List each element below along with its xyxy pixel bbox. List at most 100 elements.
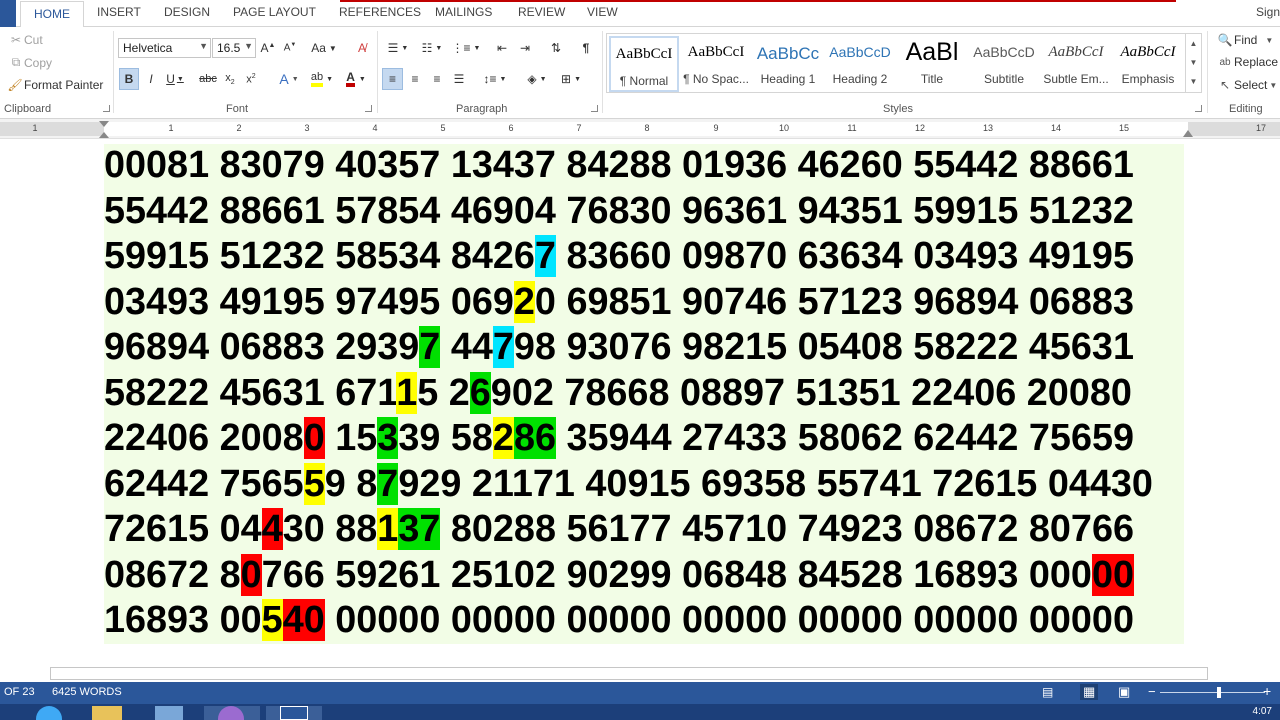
number-line[interactable]: 08672 80766 59261 25102 90299 06848 8452… bbox=[104, 553, 1194, 598]
more-styles-icon[interactable]: ▼ bbox=[1186, 72, 1201, 91]
tab-review[interactable]: REVIEW bbox=[518, 5, 565, 19]
zoom-out-icon[interactable]: − bbox=[1148, 684, 1156, 699]
font-color-button[interactable]: A ▼ bbox=[341, 68, 371, 90]
cut-button[interactable]: ✂ Cut bbox=[8, 33, 43, 47]
tab-references[interactable]: REFERENCES bbox=[339, 5, 421, 19]
number-text[interactable]: 902 78668 08897 51351 22406 20080 bbox=[491, 372, 1132, 414]
align-right-button[interactable]: ≡ bbox=[427, 68, 447, 90]
clipboard-dialog-launcher[interactable] bbox=[103, 105, 110, 112]
number-text[interactable]: 39 58 bbox=[398, 417, 493, 459]
shading-button[interactable]: ◈ ▼ bbox=[522, 68, 552, 90]
document-area[interactable]: 00081 83079 40357 13437 84288 01936 4626… bbox=[0, 140, 1280, 666]
grow-font-button[interactable]: A▲ bbox=[259, 37, 277, 59]
underline-button[interactable]: U ▼ bbox=[163, 68, 187, 90]
system-clock[interactable]: 4:07 bbox=[1253, 706, 1272, 717]
internet-explorer-icon[interactable] bbox=[30, 706, 68, 720]
replace-button[interactable]: ab Replace bbox=[1216, 55, 1278, 69]
number-text[interactable]: 00000 00000 00000 00000 00000 00000 0000… bbox=[325, 599, 1134, 641]
line-spacing-button[interactable]: ↕≡ ▼ bbox=[480, 68, 510, 90]
copy-button[interactable]: ⧉ Copy bbox=[8, 55, 52, 70]
web-layout-icon[interactable]: ▣ bbox=[1118, 684, 1130, 700]
font-size-combo[interactable]: 16.5 ▼ bbox=[212, 38, 256, 58]
highlight-color-button[interactable]: ab ▼ bbox=[307, 68, 337, 90]
multilevel-list-button[interactable]: ⋮≡ ▼ bbox=[451, 37, 481, 59]
number-text[interactable]: 08672 8 bbox=[104, 554, 241, 596]
number-text[interactable]: 62442 7565 bbox=[104, 463, 304, 505]
number-line[interactable]: 59915 51232 58534 84267 83660 09870 6363… bbox=[104, 234, 1194, 279]
italic-button[interactable]: I bbox=[142, 68, 160, 90]
number-line[interactable]: 55442 88661 57854 46904 76830 96361 9435… bbox=[104, 189, 1194, 234]
number-text[interactable]: 15 bbox=[325, 417, 377, 459]
right-indent-marker[interactable] bbox=[1183, 130, 1193, 137]
bullets-button[interactable]: ☰ ▼ bbox=[383, 37, 413, 59]
highlighted-digit[interactable]: 5 bbox=[261, 599, 283, 641]
sort-button[interactable]: ⇅ bbox=[546, 37, 566, 59]
highlighted-digit[interactable]: 4 bbox=[261, 508, 283, 550]
justify-button[interactable]: ☰ bbox=[449, 68, 469, 90]
subscript-button[interactable]: x2 bbox=[221, 68, 239, 90]
number-line[interactable]: 58222 45631 67115 26902 78668 08897 5135… bbox=[104, 371, 1194, 416]
number-text[interactable]: 5 2 bbox=[417, 372, 470, 414]
number-text[interactable]: 35944 27433 58062 62442 75659 bbox=[556, 417, 1134, 459]
number-text[interactable]: 58222 45631 671 bbox=[104, 372, 396, 414]
browser-taskbar-icon[interactable] bbox=[204, 706, 260, 720]
number-text[interactable]: 98 93076 98215 05408 58222 45631 bbox=[514, 326, 1134, 368]
style-subtitle[interactable]: AaBbCcD Subtitle bbox=[969, 36, 1039, 92]
highlighted-digit[interactable]: 3 bbox=[377, 417, 399, 459]
clear-formatting-button[interactable]: A̸ bbox=[352, 37, 372, 59]
zoom-slider[interactable] bbox=[1160, 692, 1265, 693]
highlighted-digit[interactable]: 37 bbox=[398, 508, 441, 550]
highlighted-digit[interactable]: 2 bbox=[513, 280, 535, 323]
change-case-button[interactable]: Aa ▼ bbox=[308, 37, 340, 59]
number-line[interactable]: 62442 756559 87929 21171 40915 69358 557… bbox=[104, 462, 1194, 507]
number-text[interactable]: 80288 56177 45710 74923 08672 80766 bbox=[440, 508, 1134, 550]
number-text[interactable]: 55442 88661 57854 46904 76830 96361 9435… bbox=[104, 190, 1134, 232]
horizontal-scrollbar[interactable] bbox=[0, 666, 1280, 682]
style-normal[interactable]: AaBbCcI ¶ Normal bbox=[609, 36, 679, 92]
read-mode-icon[interactable]: ▤ bbox=[1042, 685, 1053, 699]
styles-scroll[interactable]: ▲ ▼ ▼ bbox=[1185, 34, 1201, 92]
borders-button[interactable]: ⊞ ▼ bbox=[556, 68, 586, 90]
find-button[interactable]: 🔍 Find ▼ bbox=[1216, 33, 1274, 47]
highlighted-digit[interactable]: 00 bbox=[1091, 553, 1134, 596]
tab-mailings[interactable]: MAILINGS bbox=[435, 5, 492, 19]
zoom-in-icon[interactable]: + bbox=[1263, 683, 1271, 699]
chevron-down-icon[interactable]: ▼ bbox=[1186, 53, 1201, 72]
tab-page-layout[interactable]: PAGE LAYOUT bbox=[233, 5, 316, 19]
number-text[interactable]: 00081 83079 40357 13437 84288 01936 4626… bbox=[104, 144, 1134, 186]
file-tab[interactable] bbox=[0, 0, 16, 27]
number-text[interactable]: 59915 51232 58534 8426 bbox=[104, 235, 535, 277]
increase-indent-button[interactable]: ⇥ bbox=[515, 37, 535, 59]
highlighted-digit[interactable]: 7 bbox=[492, 326, 514, 368]
font-dialog-launcher[interactable] bbox=[365, 105, 372, 112]
style-heading-2[interactable]: AaBbCcD Heading 2 bbox=[825, 36, 895, 92]
number-text[interactable]: 83660 09870 63634 03493 49195 bbox=[556, 235, 1134, 277]
sign-in-link[interactable]: Sign bbox=[1256, 5, 1280, 19]
number-line[interactable]: 00081 83079 40357 13437 84288 01936 4626… bbox=[104, 143, 1194, 188]
bold-button[interactable]: B bbox=[119, 68, 139, 90]
number-line[interactable]: 96894 06883 29397 44798 93076 98215 0540… bbox=[104, 325, 1194, 370]
style-no-spacing[interactable]: AaBbCcI ¶ No Spac... bbox=[681, 36, 751, 92]
tab-home[interactable]: HOME bbox=[20, 1, 84, 28]
chevron-up-icon[interactable]: ▲ bbox=[1186, 34, 1201, 53]
number-text[interactable]: 0 69851 90746 57123 96894 06883 bbox=[535, 281, 1134, 323]
text-effects-button[interactable]: A ▼ bbox=[275, 68, 303, 90]
paragraph-dialog-launcher[interactable] bbox=[591, 105, 598, 112]
decrease-indent-button[interactable]: ⇤ bbox=[492, 37, 512, 59]
superscript-button[interactable]: x2 bbox=[242, 68, 260, 90]
number-text[interactable]: 96894 06883 2939 bbox=[104, 326, 419, 368]
number-text[interactable]: 72615 04 bbox=[104, 508, 262, 550]
highlighted-digit[interactable]: 7 bbox=[534, 235, 556, 277]
style-emphasis[interactable]: AaBbCcI Emphasis bbox=[1113, 36, 1183, 92]
select-button[interactable]: ↖ Select ▼ bbox=[1216, 78, 1277, 92]
scrollbar-thumb[interactable] bbox=[50, 667, 1208, 680]
show-formatting-button[interactable]: ¶ bbox=[576, 37, 596, 59]
number-text[interactable]: 03493 49195 97495 069 bbox=[104, 281, 514, 323]
style-subtle-emphasis[interactable]: AaBbCcI Subtle Em... bbox=[1041, 36, 1111, 92]
number-line[interactable]: 72615 04430 88137 80288 56177 45710 7492… bbox=[104, 507, 1194, 552]
highlighted-digit[interactable]: 1 bbox=[396, 371, 418, 414]
number-text[interactable]: 929 21171 40915 69358 55741 72615 04430 bbox=[398, 463, 1153, 505]
word-taskbar-icon[interactable] bbox=[266, 706, 322, 720]
style-heading-1[interactable]: AaBbCc Heading 1 bbox=[753, 36, 823, 92]
font-name-combo[interactable]: Helvetica ▼ bbox=[118, 38, 211, 58]
